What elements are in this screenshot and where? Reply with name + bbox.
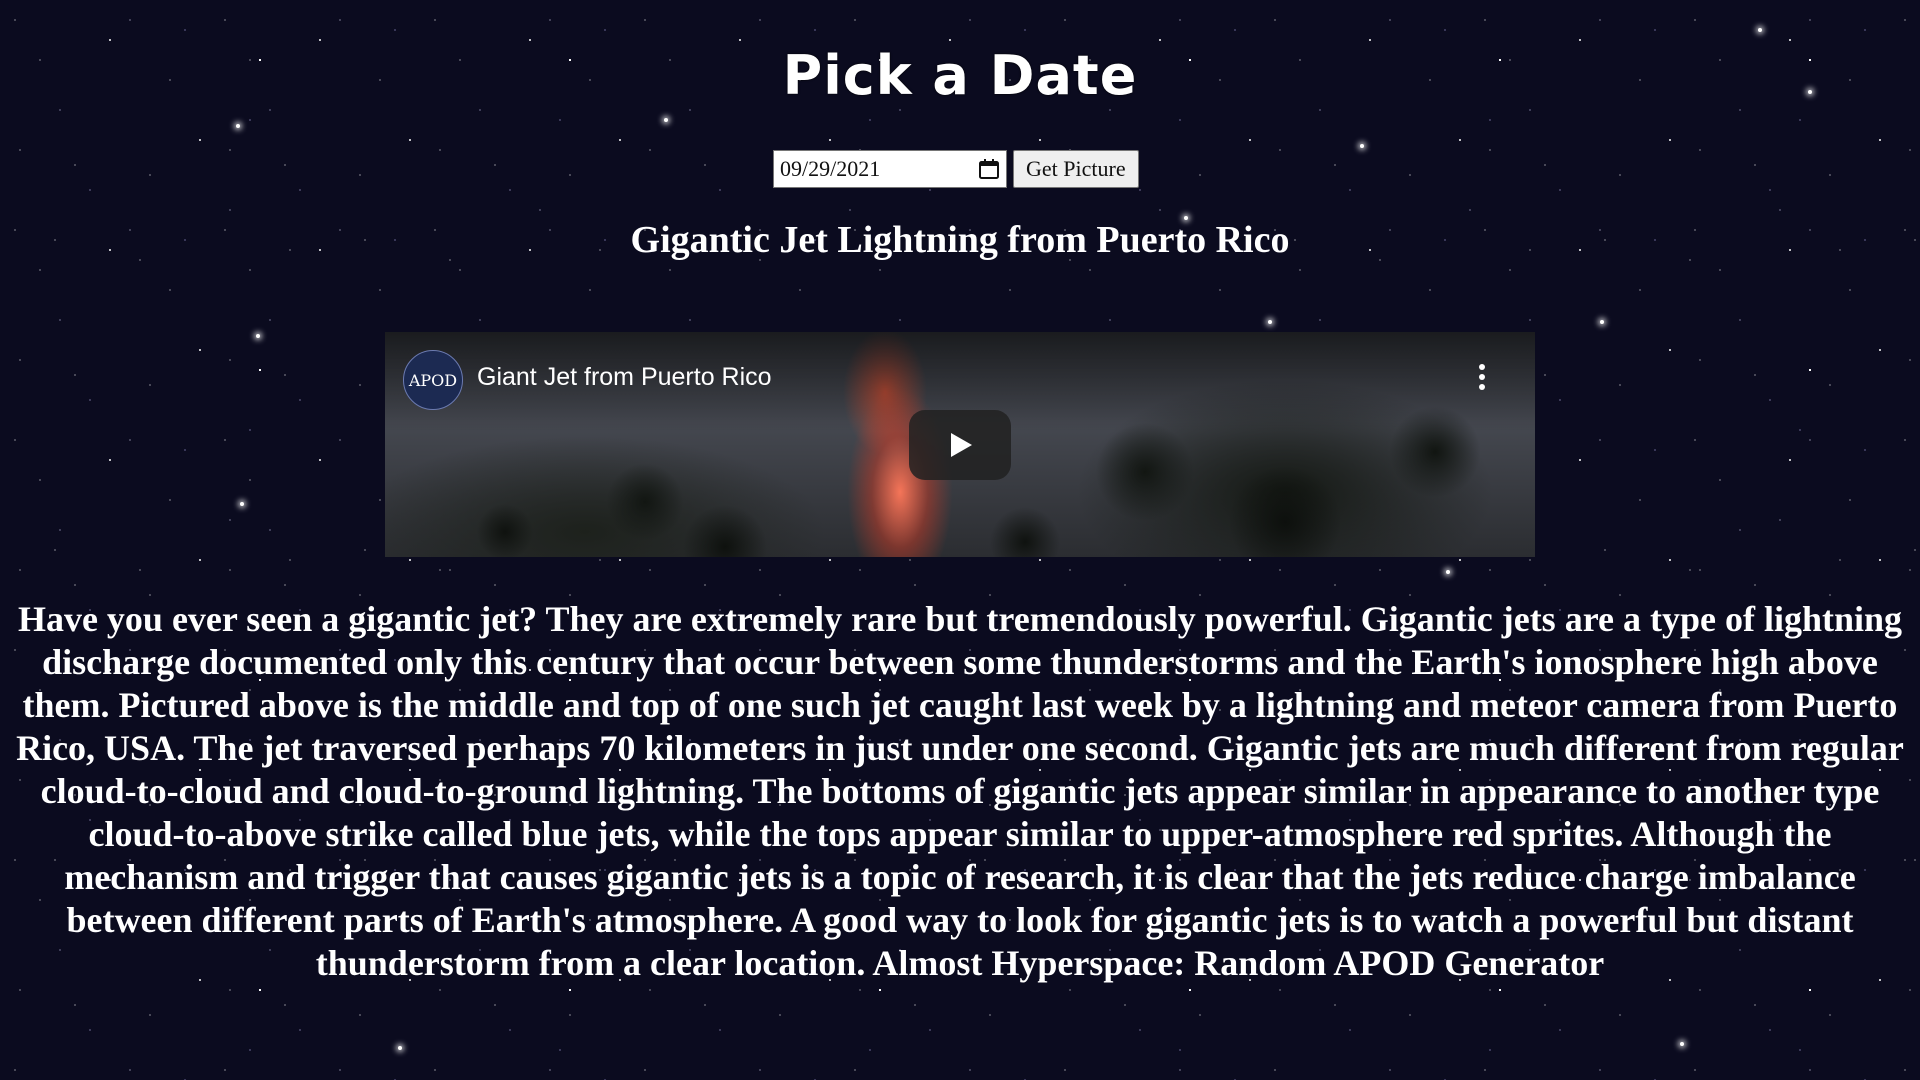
play-button[interactable]	[909, 410, 1011, 480]
play-icon	[951, 433, 972, 457]
calendar-icon[interactable]	[978, 158, 1000, 180]
channel-avatar-text: APOD	[408, 370, 458, 390]
channel-avatar[interactable]: APOD	[403, 350, 463, 410]
video-player[interactable]: APOD Giant Jet from Puerto Rico	[385, 332, 1535, 557]
star	[398, 1046, 402, 1050]
date-controls: 09/29/2021 Get Picture	[773, 150, 1139, 188]
kebab-menu-icon[interactable]	[1477, 362, 1487, 392]
star	[1268, 320, 1272, 324]
date-input-value: 09/29/2021	[780, 156, 881, 181]
star	[1360, 144, 1364, 148]
apod-explanation: Have you ever seen a gigantic jet? They …	[16, 599, 1904, 983]
star	[256, 334, 260, 338]
star	[1600, 320, 1604, 324]
date-input[interactable]: 09/29/2021	[773, 150, 1007, 188]
star	[1446, 570, 1450, 574]
star	[240, 502, 244, 506]
star	[664, 118, 668, 122]
star	[1758, 28, 1762, 32]
video-title[interactable]: Giant Jet from Puerto Rico	[477, 363, 772, 392]
star	[236, 124, 240, 128]
apod-title: Gigantic Jet Lightning from Puerto Rico	[630, 219, 1290, 261]
page-title: Pick a Date	[782, 44, 1138, 107]
get-picture-button[interactable]: Get Picture	[1013, 150, 1139, 188]
star	[1680, 1042, 1684, 1046]
